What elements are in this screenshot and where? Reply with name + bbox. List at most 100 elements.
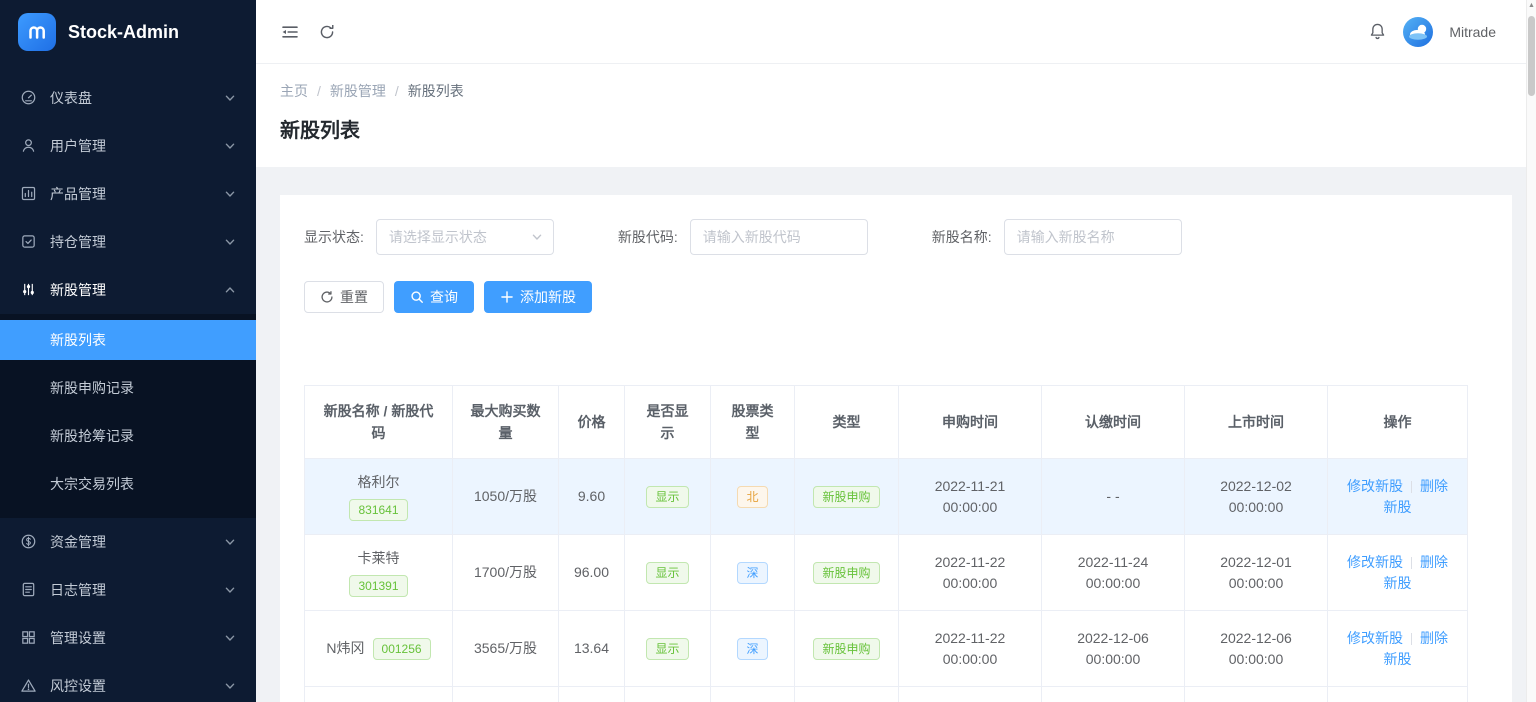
stock-name: 格利尔: [358, 472, 400, 493]
sidebar-item-label: 新股管理: [50, 280, 224, 300]
search-button-label: 查询: [430, 287, 458, 307]
column-header: 是否显示: [625, 386, 711, 459]
column-header: 认缴时间: [1042, 386, 1185, 459]
column-header: 类型: [795, 386, 899, 459]
subscribe-time-cell: 2022-11-22 00:00:00: [899, 611, 1042, 687]
topbar: Mitrade: [256, 0, 1536, 64]
table-row: 卡莱特3013911700/万股96.00显示深新股申购2022-11-22 0…: [305, 535, 1468, 611]
filter-group-1: 新股代码:: [618, 219, 868, 255]
max-buy-cell: 1700/万股: [453, 535, 559, 611]
sidebar-item-products[interactable]: 产品管理: [0, 170, 256, 218]
add-stock-button-label: 添加新股: [520, 287, 576, 307]
stock-name-cell: N炜冈001256: [305, 611, 453, 687]
user-avatar[interactable]: [1403, 17, 1433, 47]
sidebar-item-funds[interactable]: 资金管理: [0, 518, 256, 566]
sidebar-item-dashboard[interactable]: 仪表盘: [0, 74, 256, 122]
price-cell: 78.90: [559, 687, 625, 702]
table-row: N炜冈0012563565/万股13.64显示深新股申购2022-11-22 0…: [305, 611, 1468, 687]
sidebar-subitem-label: 大宗交易列表: [50, 474, 134, 494]
column-header: 价格: [559, 386, 625, 459]
listing-time-cell: 2022-12-02 00:00:00: [1185, 459, 1328, 535]
market-type-tag: 深: [737, 562, 767, 584]
stock-code-tag: 831641: [349, 499, 407, 521]
listing-time-cell: 2022-12-02: [1185, 687, 1328, 702]
sidebar-subitem[interactable]: 新股列表: [0, 320, 256, 360]
checkbox-icon: [20, 233, 38, 251]
coin-icon: [20, 533, 38, 551]
menu-fold-icon[interactable]: [280, 22, 300, 42]
actions-cell: 修改新股删除新股: [1328, 535, 1468, 611]
sidebar-item-admin-settings[interactable]: 管理设置: [0, 614, 256, 662]
sidebar-item-label: 资金管理: [50, 532, 224, 552]
sidebar-item-label: 日志管理: [50, 580, 224, 600]
column-header: 上市时间: [1185, 386, 1328, 459]
sidebar-item-logs[interactable]: 日志管理: [0, 566, 256, 614]
display-status-cell: 显示: [625, 459, 711, 535]
edit-stock-link[interactable]: 修改新股: [1347, 478, 1403, 494]
sidebar-item-risk-settings[interactable]: 风控设置: [0, 662, 256, 702]
type-tag: 新股申购: [813, 562, 879, 584]
scrollbar-up-arrow[interactable]: ▲: [1527, 2, 1536, 9]
sidebar: Stock-Admin 仪表盘用户管理产品管理持仓管理新股管理新股列表新股申购记…: [0, 0, 256, 702]
stock-code-input[interactable]: [690, 219, 868, 255]
bell-icon[interactable]: [1368, 22, 1387, 41]
caret-down-icon: [224, 92, 236, 104]
payment-time-cell: 2022-11-24 00:00:00: [1042, 535, 1185, 611]
card: 显示状态:请选择显示状态新股代码:新股名称: 重置: [280, 195, 1512, 702]
refresh-icon[interactable]: [318, 23, 336, 41]
sidebar-subitem[interactable]: 新股申购记录: [0, 368, 256, 408]
edit-stock-link[interactable]: 修改新股: [1347, 554, 1403, 570]
stock-name-input[interactable]: [1004, 219, 1182, 255]
max-buy-cell: 1914/万股: [453, 687, 559, 702]
market-type-cell: 深: [711, 611, 795, 687]
display-status-select[interactable]: 请选择显示状态: [376, 219, 554, 255]
sidebar-item-label: 持仓管理: [50, 232, 224, 252]
sidebar-item-users[interactable]: 用户管理: [0, 122, 256, 170]
caret-down-icon: [224, 536, 236, 548]
breadcrumb-item[interactable]: 主页: [280, 81, 308, 101]
stock-code-tag: 301391: [349, 575, 407, 597]
table-wrap: 新股名称 / 新股代码最大购买数量价格是否显示股票类型类型申购时间认缴时间上市时…: [304, 385, 1488, 702]
grid-icon: [20, 629, 38, 647]
sidebar-menu: 仪表盘用户管理产品管理持仓管理新股管理新股列表新股申购记录新股抢筹记录大宗交易列…: [0, 64, 256, 702]
stock-name-wrap: 卡莱特301391: [315, 548, 442, 597]
sidebar-item-new-stock[interactable]: 新股管理: [0, 266, 256, 314]
sidebar-subitem[interactable]: 大宗交易列表: [0, 464, 256, 504]
sidebar-item-positions[interactable]: 持仓管理: [0, 218, 256, 266]
display-status-tag: 显示: [646, 562, 688, 584]
sliders-icon: [20, 281, 38, 299]
search-button[interactable]: 查询: [394, 281, 474, 313]
subscribe-time-cell: 2022-11-21 00:00:00: [899, 459, 1042, 535]
stock-name-cell: 三未信安: [305, 687, 453, 702]
add-stock-button[interactable]: 添加新股: [484, 281, 592, 313]
payment-time-cell: 2022-11-25: [1042, 687, 1185, 702]
breadcrumb-item: 新股列表: [408, 81, 464, 101]
filter-row: 显示状态:请选择显示状态新股代码:新股名称:: [304, 219, 1488, 255]
sidebar-subitem[interactable]: 新股抢筹记录: [0, 416, 256, 456]
display-status-tag: 显示: [646, 638, 688, 660]
filter-label: 新股名称:: [932, 227, 992, 247]
stock-name-cell: 卡莱特301391: [305, 535, 453, 611]
column-header: 股票类型: [711, 386, 795, 459]
edit-stock-link[interactable]: 修改新股: [1347, 630, 1403, 646]
page-scrollbar[interactable]: ▲: [1526, 0, 1536, 702]
stock-name-wrap: 格利尔 831641: [315, 472, 442, 521]
app-root: Stock-Admin 仪表盘用户管理产品管理持仓管理新股管理新股列表新股申购记…: [0, 0, 1536, 702]
reset-button[interactable]: 重置: [304, 281, 384, 313]
sidebar-item-label: 管理设置: [50, 628, 224, 648]
breadcrumb-item[interactable]: 新股管理: [330, 81, 386, 101]
price-cell: 96.00: [559, 535, 625, 611]
actions-cell: 修改新股删除新股: [1328, 687, 1468, 702]
user-name[interactable]: Mitrade: [1449, 24, 1496, 40]
breadcrumb-separator: /: [317, 83, 321, 99]
caret-down-icon: [224, 680, 236, 692]
action-divider: [1411, 633, 1412, 645]
page-head: 主页/新股管理/新股列表 新股列表: [256, 64, 1536, 167]
chart-icon: [20, 185, 38, 203]
content: 显示状态:请选择显示状态新股代码:新股名称: 重置: [256, 167, 1536, 702]
plus-icon: [500, 290, 514, 304]
scrollbar-thumb[interactable]: [1528, 16, 1535, 96]
display-status-cell: 显示: [625, 687, 711, 702]
stock-name-wrap: N炜冈001256: [315, 638, 442, 660]
caret-down-icon: [224, 188, 236, 200]
